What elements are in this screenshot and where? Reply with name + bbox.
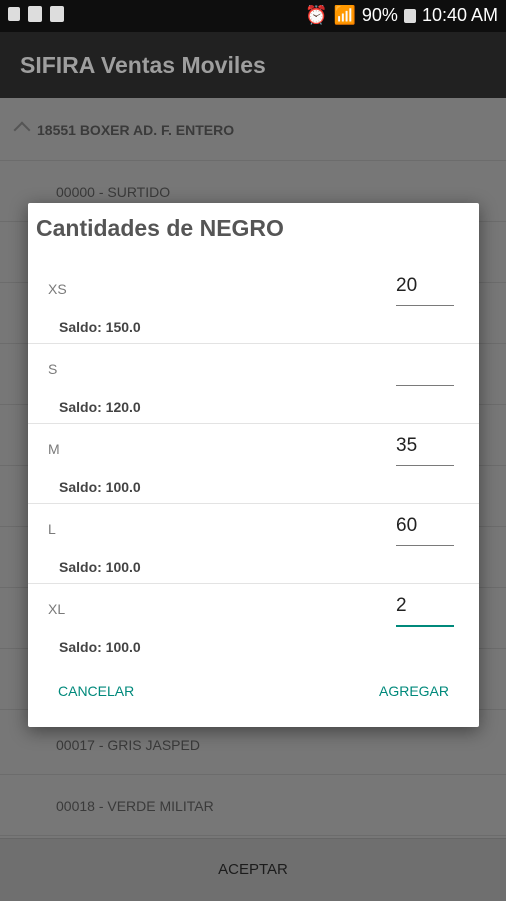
cancel-button[interactable]: CANCELAR bbox=[58, 683, 134, 699]
list-item-label: 00018 - VERDE MILITAR bbox=[56, 798, 214, 814]
size-label: XS bbox=[48, 281, 67, 297]
size-row-l: L Saldo: 100.0 bbox=[28, 503, 479, 584]
size-row-m: M Saldo: 100.0 bbox=[28, 423, 479, 504]
saldo-label: Saldo: 100.0 bbox=[59, 479, 141, 495]
mail-notification-icon bbox=[50, 6, 64, 22]
quantity-input-xs[interactable] bbox=[396, 267, 454, 306]
add-button[interactable]: AGREGAR bbox=[379, 683, 449, 699]
list-item-label: 00000 - SURTIDO bbox=[56, 184, 171, 200]
quantity-input-m[interactable] bbox=[396, 427, 454, 466]
quantity-input-s[interactable] bbox=[396, 347, 454, 386]
product-group-label: 18551 BOXER AD. F. ENTERO bbox=[37, 122, 235, 138]
size-label: L bbox=[48, 521, 56, 537]
size-label: M bbox=[48, 441, 60, 457]
dialog-actions: CANCELAR AGREGAR bbox=[28, 673, 479, 713]
accept-button[interactable]: ACEPTAR bbox=[0, 839, 506, 901]
saldo-label: Saldo: 150.0 bbox=[59, 319, 141, 335]
image-notification-icon bbox=[28, 6, 42, 22]
product-group-header[interactable]: 18551 BOXER AD. F. ENTERO bbox=[0, 98, 506, 161]
clock: 10:40 AM bbox=[421, 5, 498, 25]
quantity-input-xl[interactable] bbox=[396, 587, 454, 627]
app-title: SIFIRA Ventas Moviles bbox=[20, 52, 266, 78]
list-item[interactable]: 00018 - VERDE MILITAR bbox=[0, 774, 506, 836]
chevron-up-icon bbox=[13, 121, 31, 139]
user-notification-icon bbox=[8, 7, 20, 21]
battery-icon bbox=[403, 8, 416, 23]
saldo-label: Saldo: 100.0 bbox=[59, 639, 141, 655]
dialog-title: Cantidades de NEGRO bbox=[36, 215, 284, 241]
quantity-input-l[interactable] bbox=[396, 507, 454, 546]
size-row-xl: XL Saldo: 100.0 bbox=[28, 583, 479, 663]
size-row-s: S Saldo: 120.0 bbox=[28, 343, 479, 424]
wifi-icon: 📶 bbox=[333, 5, 356, 25]
saldo-label: Saldo: 120.0 bbox=[59, 399, 141, 415]
saldo-label: Saldo: 100.0 bbox=[59, 559, 141, 575]
alarm-icon: ⏰ bbox=[305, 5, 328, 25]
notification-icons bbox=[8, 6, 64, 22]
status-bar: ⏰ 📶 90% 10:40 AM bbox=[0, 0, 506, 32]
quantities-dialog: Cantidades de NEGRO XS Saldo: 150.0 S Sa… bbox=[28, 203, 479, 727]
size-row-xs: XS Saldo: 150.0 bbox=[28, 263, 479, 344]
system-icons: ⏰ 📶 90% 10:40 AM bbox=[305, 5, 498, 26]
battery-percent: 90% bbox=[361, 5, 398, 25]
list-item-label: 00017 - GRIS JASPED bbox=[56, 737, 200, 753]
size-label: S bbox=[48, 361, 58, 377]
app-bar: SIFIRA Ventas Moviles bbox=[0, 32, 506, 98]
size-label: XL bbox=[48, 601, 66, 617]
bottom-bar: ACEPTAR bbox=[0, 838, 506, 901]
